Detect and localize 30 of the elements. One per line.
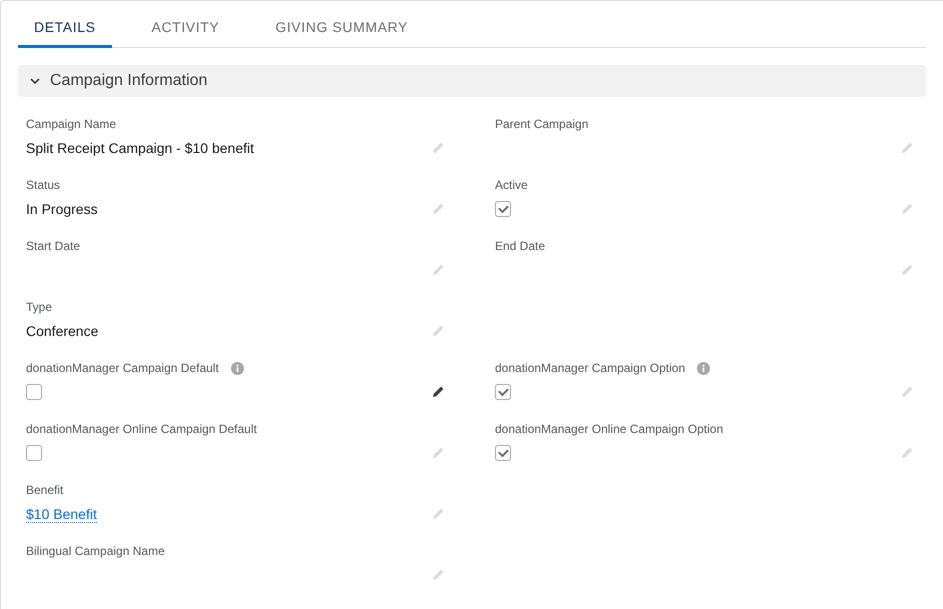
checkbox[interactable] [26,445,42,461]
field-label: donationManager Campaign Option [495,361,686,375]
checkbox[interactable] [26,384,42,400]
field-label: Type [26,300,52,314]
field-label: Start Date [26,239,80,253]
pencil-icon[interactable] [432,385,445,398]
field-label: donationManager Campaign Default [26,361,219,375]
section-header[interactable]: Campaign Information [18,65,926,97]
field-label: donationManager Online Campaign Default [26,422,257,436]
field-label: End Date [495,239,546,253]
tab[interactable]: DETAILS [18,13,112,48]
info-icon[interactable] [230,362,244,374]
info-icon[interactable] [697,362,710,374]
field-label: Bilingual Campaign Name [26,544,165,558]
field-label: Campaign Name [26,117,116,131]
field-value: Conference [26,323,98,339]
field-link[interactable]: $10 Benefit [26,506,97,522]
field-value: Split Receipt Campaign - $10 benefit [26,140,254,156]
tab[interactable]: GIVING SUMMARY [259,13,424,48]
field-label: Benefit [26,483,64,497]
checkbox[interactable] [495,445,511,461]
field-value: In Progress [26,201,98,217]
field-label: Active [495,178,528,192]
field-label: Status [26,178,60,192]
section-title: Campaign Information [50,72,208,90]
tab[interactable]: ACTIVITY [136,13,236,48]
checkbox[interactable] [495,201,511,217]
field-label: Parent Campaign [495,117,588,131]
field-label: donationManager Online Campaign Option [495,422,724,436]
checkbox[interactable] [495,384,511,400]
